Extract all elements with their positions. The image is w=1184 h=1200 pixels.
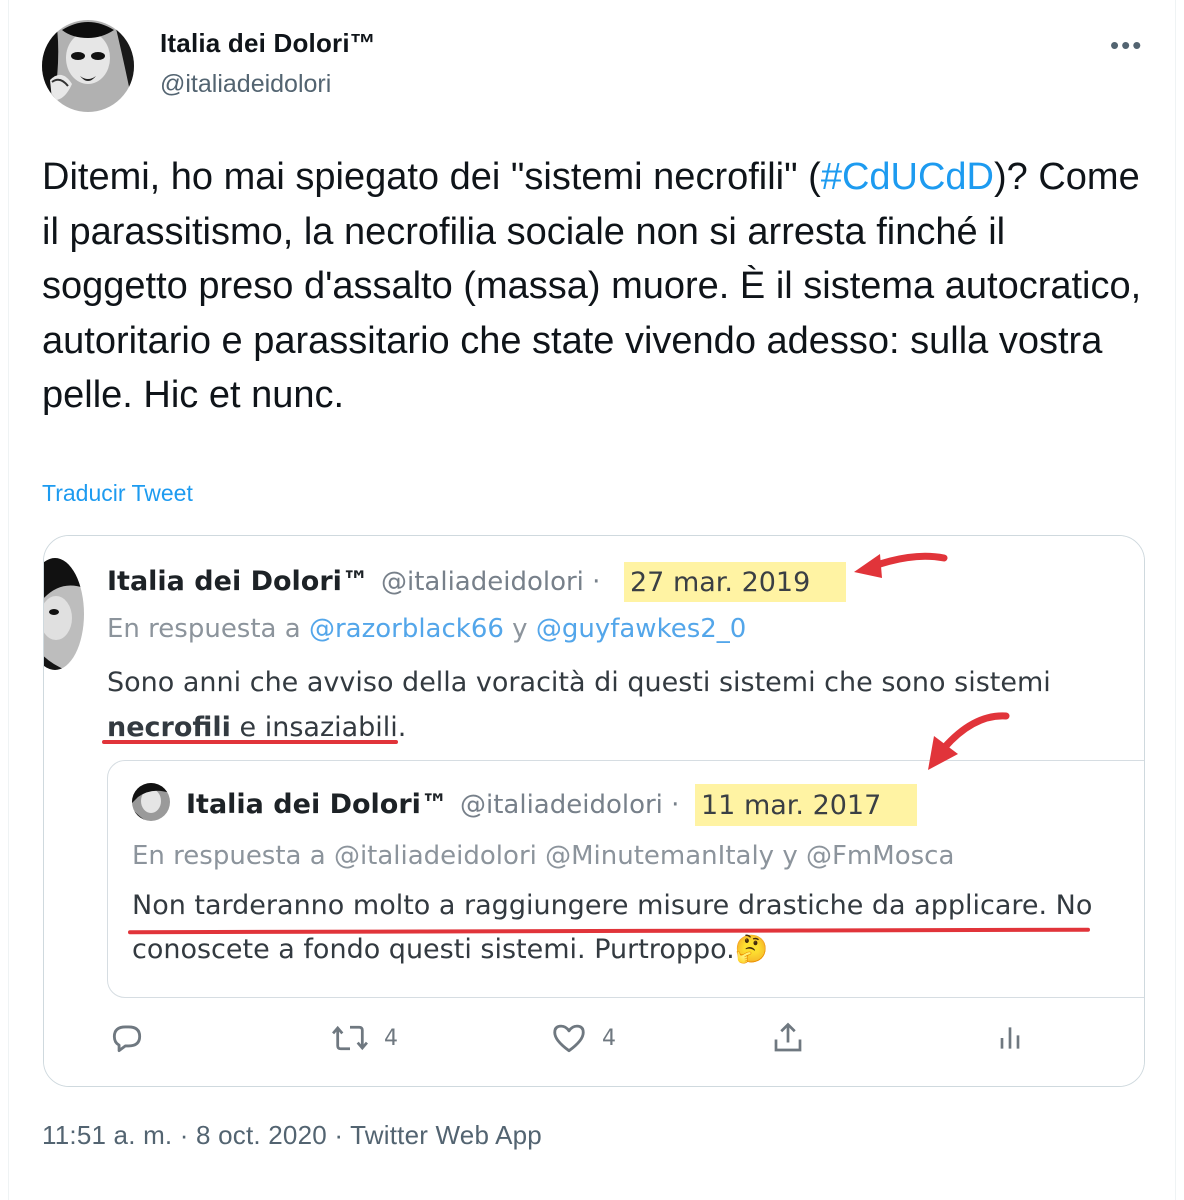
- quoted-reply-line: En respuesta a @italiadeidolori @Minutem…: [132, 841, 955, 871]
- quoted-handle: @italiadeidolori ·: [460, 790, 680, 820]
- share-icon: [774, 1022, 802, 1052]
- quoted-display-name: Italia dei Dolori™: [186, 789, 448, 820]
- translate-tweet-link[interactable]: Traducir Tweet: [42, 480, 193, 507]
- tweet-detail: Italia dei Dolori™ @italiadeidolori ••• …: [0, 0, 1184, 1200]
- like-icon: [553, 1024, 585, 1053]
- screenshot-text-line1: Sono anni che avviso della voracità di q…: [107, 667, 1051, 698]
- quoted-avatar: [132, 783, 170, 821]
- screenshot-share: [770, 1016, 806, 1060]
- screenshot-analytics: [994, 1016, 1026, 1060]
- attached-image[interactable]: Italia dei Dolori™ @italiadeidolori · 27…: [43, 535, 1145, 1087]
- highlighted-date-2017: 11 mar. 2017: [695, 784, 917, 826]
- red-arrow-icon: [928, 712, 1010, 770]
- mention-guyfawkes: @guyfawkes2_0: [535, 614, 747, 644]
- tweet-text-prefix: Ditemi, ho mai spiegato dei "sistemi nec…: [42, 156, 821, 198]
- screenshot-like: 4: [550, 1016, 616, 1060]
- hashtag-link[interactable]: #CdUCdD: [821, 156, 994, 198]
- screenshot-handle: @italiadeidolori ·: [381, 567, 601, 597]
- more-options-icon[interactable]: •••: [1110, 30, 1143, 61]
- avatar[interactable]: [42, 20, 134, 112]
- user-handle[interactable]: @italiadeidolori: [160, 70, 331, 99]
- retweet-count: 4: [384, 1025, 398, 1051]
- screenshot-quoted-tweet: Italia dei Dolori™ @italiadeidolori · 11…: [107, 760, 1144, 998]
- tweet-text: Ditemi, ho mai spiegato dei "sistemi nec…: [42, 150, 1152, 423]
- reply-and: y: [503, 614, 536, 644]
- screenshot-avatar: [44, 558, 84, 670]
- tweet-timestamp-source[interactable]: 11:51 a. m. · 8 oct. 2020 · Twitter Web …: [42, 1120, 542, 1151]
- highlighted-date-2019: 27 mar. 2019: [624, 562, 846, 602]
- screenshot-text-bold: necrofili: [107, 712, 231, 743]
- reply-prefix: En respuesta a: [107, 614, 309, 644]
- mention-razorblack66: @razorblack66: [308, 614, 504, 644]
- screenshot-reply: [108, 1016, 146, 1060]
- red-arrow-icon: [854, 552, 948, 578]
- timeline-border-left: [8, 0, 9, 1200]
- analytics-icon: [1000, 1027, 1020, 1049]
- like-count: 4: [602, 1025, 616, 1051]
- screenshot-retweet: 4: [330, 1016, 398, 1060]
- screenshot-display-name: Italia dei Dolori™: [107, 566, 369, 597]
- screenshot-action-bar: 4 4: [44, 1016, 1144, 1066]
- quoted-text-line1: Non tarderanno molto a raggiungere misur…: [132, 890, 1093, 921]
- embedded-screenshot: Italia dei Dolori™ @italiadeidolori · 27…: [44, 536, 1144, 1086]
- red-underline-necrofili: [102, 740, 398, 744]
- reply-icon: [112, 1025, 142, 1053]
- timeline-border-right: [1175, 0, 1176, 1200]
- quoted-text-line2: conoscete a fondo questi sistemi. Purtro…: [132, 934, 769, 965]
- screenshot-reply-line: En respuesta a @razorblack66 y @guyfawke…: [107, 614, 746, 644]
- retweet-icon: [332, 1025, 368, 1051]
- screenshot-text-line2: e insaziabili.: [230, 712, 407, 743]
- display-name[interactable]: Italia dei Dolori™: [160, 28, 376, 59]
